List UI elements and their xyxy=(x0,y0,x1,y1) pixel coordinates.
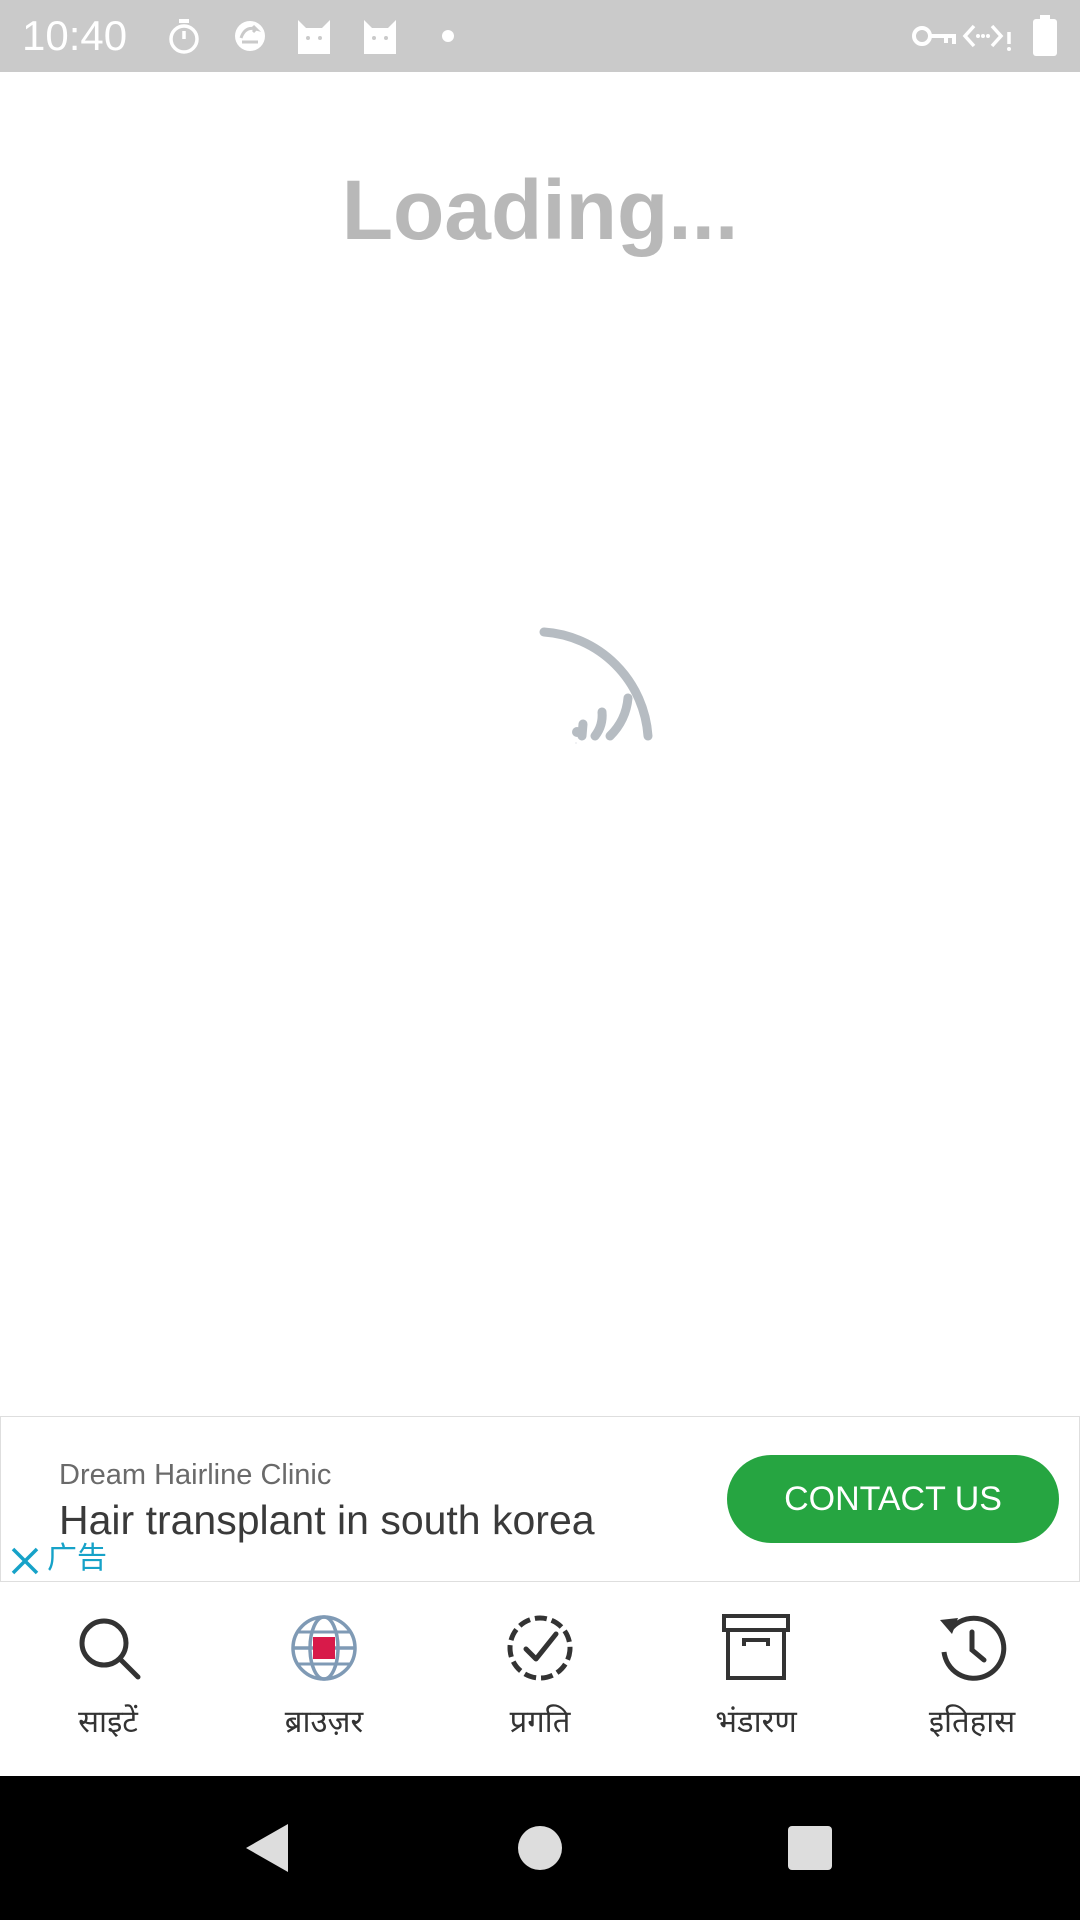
nav-item-sites[interactable]: साइटें xyxy=(0,1582,216,1776)
system-nav-bar xyxy=(0,1776,1080,1920)
ad-advertiser: Dream Hairline Clinic xyxy=(59,1459,332,1491)
stopwatch-icon xyxy=(169,19,199,54)
nav-item-progress[interactable]: प्रगति xyxy=(432,1582,648,1776)
nav-label-progress: प्रगति xyxy=(509,1704,571,1740)
ad-close-icon[interactable] xyxy=(9,1545,41,1577)
loading-spinner-icon xyxy=(539,627,653,744)
status-bar: 10:40 xyxy=(0,0,1080,72)
screen: 10:40 Loading... Dream Hairline Clinic H… xyxy=(0,0,1080,1920)
nav-label-history: इतिहास xyxy=(928,1704,1016,1740)
ad-banner[interactable]: Dream Hairline Clinic Hair transplant in… xyxy=(0,1416,1080,1582)
nav-label-storage: भंडारण xyxy=(715,1704,797,1740)
nav-item-browser[interactable]: ब्राउज़र xyxy=(216,1582,432,1776)
nav-label-browser: ब्राउज़र xyxy=(284,1704,364,1740)
recents-icon[interactable] xyxy=(782,1820,838,1876)
ad-headline[interactable]: Hair transplant in south korea xyxy=(59,1495,595,1545)
globe-icon xyxy=(291,1615,357,1681)
cat-icon xyxy=(298,20,330,54)
back-icon[interactable] xyxy=(240,1820,296,1876)
dot-icon xyxy=(442,30,454,42)
cat-icon xyxy=(364,20,396,54)
loading-title: Loading... xyxy=(341,163,739,257)
nav-item-history[interactable]: इतिहास xyxy=(864,1582,1080,1776)
nav-item-storage[interactable]: भंडारण xyxy=(648,1582,864,1776)
archive-icon xyxy=(722,1614,790,1680)
bottom-nav: साइटें ब्राउज़र प्रगति भंडारण इतिहास xyxy=(0,1582,1080,1776)
history-icon xyxy=(940,1615,1007,1681)
status-time: 10:40 xyxy=(22,12,128,59)
contact-us-button[interactable]: CONTACT US xyxy=(727,1455,1059,1543)
progress-check-icon xyxy=(507,1615,573,1681)
data-icon xyxy=(962,24,1011,51)
vpn-key-icon xyxy=(912,26,956,46)
search-icon xyxy=(79,1618,141,1680)
ad-label[interactable]: 广告 xyxy=(47,1539,107,1579)
home-icon[interactable] xyxy=(512,1820,568,1876)
nav-label-sites: साइटें xyxy=(78,1704,138,1740)
battery-icon xyxy=(1033,15,1057,56)
sync-icon xyxy=(235,21,265,51)
